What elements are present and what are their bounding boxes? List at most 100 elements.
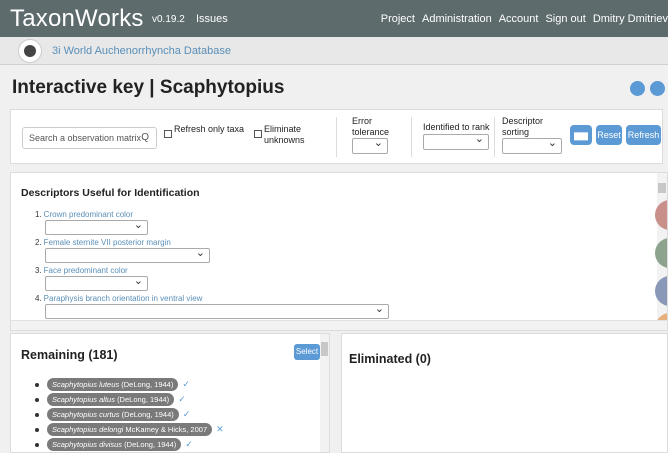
scrollbar-thumb[interactable] bbox=[658, 183, 666, 193]
bullet bbox=[35, 382, 39, 387]
nav-user[interactable]: Dmitry Dmitriev bbox=[593, 13, 668, 25]
descriptor-number: 3. bbox=[35, 266, 42, 275]
descriptor-select[interactable] bbox=[45, 218, 148, 235]
taxon-genus: Scaphytopius bbox=[52, 425, 98, 434]
search-placeholder: Search a observation matrix bbox=[29, 133, 142, 143]
divider bbox=[411, 117, 412, 157]
select-button[interactable]: Select bbox=[294, 344, 320, 360]
bullet bbox=[35, 427, 39, 432]
taxon-author: (DeLong, 1944) bbox=[121, 380, 174, 389]
search-input[interactable]: Search a observation matrix Q bbox=[22, 127, 157, 149]
app-logo[interactable]: TaxonWorks bbox=[10, 5, 144, 33]
taxon-pill[interactable]: Scaphytopius delongi McKamey & Hicks, 20… bbox=[47, 423, 213, 436]
descriptor-item: 3. Face predominant color bbox=[35, 266, 128, 275]
list-item: Scaphytopius curtus (DeLong, 1944) ✓ bbox=[35, 407, 190, 422]
descriptor-select[interactable] bbox=[45, 302, 389, 319]
descriptor-link[interactable]: Face predominant color bbox=[44, 266, 128, 275]
taxon-pill[interactable]: Scaphytopius luteus (DeLong, 1944) bbox=[47, 378, 179, 391]
version-label: v0.19.2 bbox=[152, 14, 185, 25]
descriptor-link[interactable]: Paraphysis branch orientation in ventral… bbox=[44, 294, 203, 303]
descriptor-item: 4. Paraphysis branch orientation in ventr… bbox=[35, 294, 202, 303]
eliminate-unknowns-label: Eliminate unknowns bbox=[264, 124, 305, 145]
nav-account[interactable]: Account bbox=[499, 13, 539, 25]
remaining-heading: Remaining (181) bbox=[21, 348, 118, 362]
descriptors-panel: Descriptors Useful for Identification 1.… bbox=[10, 172, 668, 331]
list-item: Scaphytopius luteus (DeLong, 1944) ✓ bbox=[35, 377, 190, 392]
taxon-genus: Scaphytopius bbox=[52, 410, 98, 419]
error-tolerance-label: Error tolerance bbox=[352, 116, 390, 137]
taxon-species: curtus bbox=[99, 410, 120, 419]
reset-button[interactable]: Reset bbox=[596, 125, 622, 145]
bullet bbox=[35, 397, 39, 402]
taxon-pill[interactable]: Scaphytopius curtus (DeLong, 1944) bbox=[47, 408, 179, 421]
search-icon: Q bbox=[141, 132, 149, 143]
top-nav: Project Administration Account Sign out … bbox=[381, 13, 668, 25]
issues-link[interactable]: Issues bbox=[196, 13, 228, 25]
descriptor-link[interactable]: Female sternite VII posterior margin bbox=[44, 238, 171, 247]
descriptor-sorting-select[interactable] bbox=[502, 136, 562, 154]
list-item: Scaphytopius altus (DeLong, 1944) ✓ bbox=[35, 392, 186, 407]
descriptor-select[interactable] bbox=[45, 274, 148, 291]
error-tolerance-select[interactable] bbox=[352, 136, 388, 154]
taxon-author: (DeLong, 1944) bbox=[121, 410, 174, 419]
descriptor-link[interactable]: Crown predominant color bbox=[44, 210, 133, 219]
key-controls: Search a observation matrix Q Refresh on… bbox=[10, 109, 663, 164]
project-name-link[interactable]: 3i World Auchenorrhyncha Database bbox=[52, 45, 231, 57]
descriptor-select[interactable] bbox=[45, 246, 210, 263]
remaining-panel: Remaining (181) Select Scaphytopius lute… bbox=[10, 333, 330, 453]
descriptor-item: 1. Crown predominant color bbox=[35, 210, 133, 219]
taxon-pill[interactable]: Scaphytopius altus (DeLong, 1944) bbox=[47, 393, 175, 406]
descriptor-sorting-label: Descriptor sorting bbox=[502, 116, 544, 137]
taxon-author: McKamey & Hicks, 2007 bbox=[125, 425, 208, 434]
refresh-only-taxa-label: Refresh only taxa bbox=[174, 124, 245, 134]
layout-toggle-button[interactable]: ▆▆ bbox=[570, 125, 592, 145]
scrollbar-thumb[interactable] bbox=[321, 342, 328, 356]
taxon-genus: Scaphytopius bbox=[52, 380, 98, 389]
checkbox-icon[interactable] bbox=[164, 130, 172, 138]
bullet bbox=[35, 412, 39, 417]
taxon-pill[interactable]: Scaphytopius divisus (DeLong, 1944) bbox=[47, 438, 182, 451]
descriptor-item: 2. Female sternite VII posterior margin bbox=[35, 238, 171, 247]
taxon-genus: Scaphytopius bbox=[52, 395, 98, 404]
descriptor-number: 1. bbox=[35, 210, 42, 219]
refresh-button[interactable]: Refresh bbox=[626, 125, 661, 145]
refresh-only-taxa-checkbox[interactable]: Refresh only taxa bbox=[164, 124, 254, 150]
bullet bbox=[35, 442, 39, 447]
top-navbar: TaxonWorks v0.19.2 Issues Project Admini… bbox=[0, 0, 668, 37]
checkbox-icon[interactable] bbox=[254, 130, 262, 138]
list-item: Scaphytopius divisus (DeLong, 1944) ✓ bbox=[35, 437, 193, 452]
eliminated-panel: Eliminated (0) bbox=[341, 333, 668, 453]
nav-sign-out[interactable]: Sign out bbox=[545, 13, 585, 25]
check-icon: ✓ bbox=[178, 394, 186, 404]
descriptor-number: 4. bbox=[35, 294, 42, 303]
check-icon: ✓ bbox=[182, 409, 191, 419]
vertical-scrollbar[interactable] bbox=[320, 334, 329, 452]
project-logo-icon bbox=[18, 39, 42, 63]
descriptor-number: 2. bbox=[35, 238, 42, 247]
taxon-author: (DeLong, 1944) bbox=[117, 395, 170, 404]
project-bar: 3i World Auchenorrhyncha Database bbox=[0, 37, 668, 65]
check-icon: ✓ bbox=[185, 439, 193, 449]
taxon-genus: Scaphytopius bbox=[52, 440, 98, 449]
layout-icon: ▆▆ bbox=[574, 130, 588, 140]
divider bbox=[494, 117, 495, 157]
taxon-species: luteus bbox=[99, 380, 120, 389]
taxon-author: (DeLong, 1944) bbox=[124, 440, 177, 449]
descriptors-heading: Descriptors Useful for Identification bbox=[21, 187, 200, 199]
nav-administration[interactable]: Administration bbox=[422, 13, 492, 25]
list-item: Scaphytopius delongi McKamey & Hicks, 20… bbox=[35, 422, 224, 437]
cross-icon: ✕ bbox=[216, 424, 224, 434]
identified-to-rank-select[interactable] bbox=[423, 132, 489, 150]
settings-round-icon[interactable] bbox=[630, 81, 645, 96]
check-icon: ✓ bbox=[182, 379, 190, 389]
horizontal-scrollbar[interactable] bbox=[11, 320, 667, 330]
nav-project[interactable]: Project bbox=[381, 13, 415, 25]
page-title: Interactive key | Scaphytopius bbox=[12, 77, 285, 98]
taxon-species: delongi bbox=[99, 425, 124, 434]
identified-to-rank-label: Identified to rank bbox=[423, 122, 490, 132]
eliminate-unknowns-checkbox[interactable]: Eliminate unknowns bbox=[254, 124, 324, 150]
eliminated-heading: Eliminated (0) bbox=[349, 352, 431, 366]
menu-round-icon[interactable] bbox=[650, 81, 665, 96]
divider bbox=[336, 117, 337, 157]
taxon-species: altus bbox=[99, 395, 115, 404]
